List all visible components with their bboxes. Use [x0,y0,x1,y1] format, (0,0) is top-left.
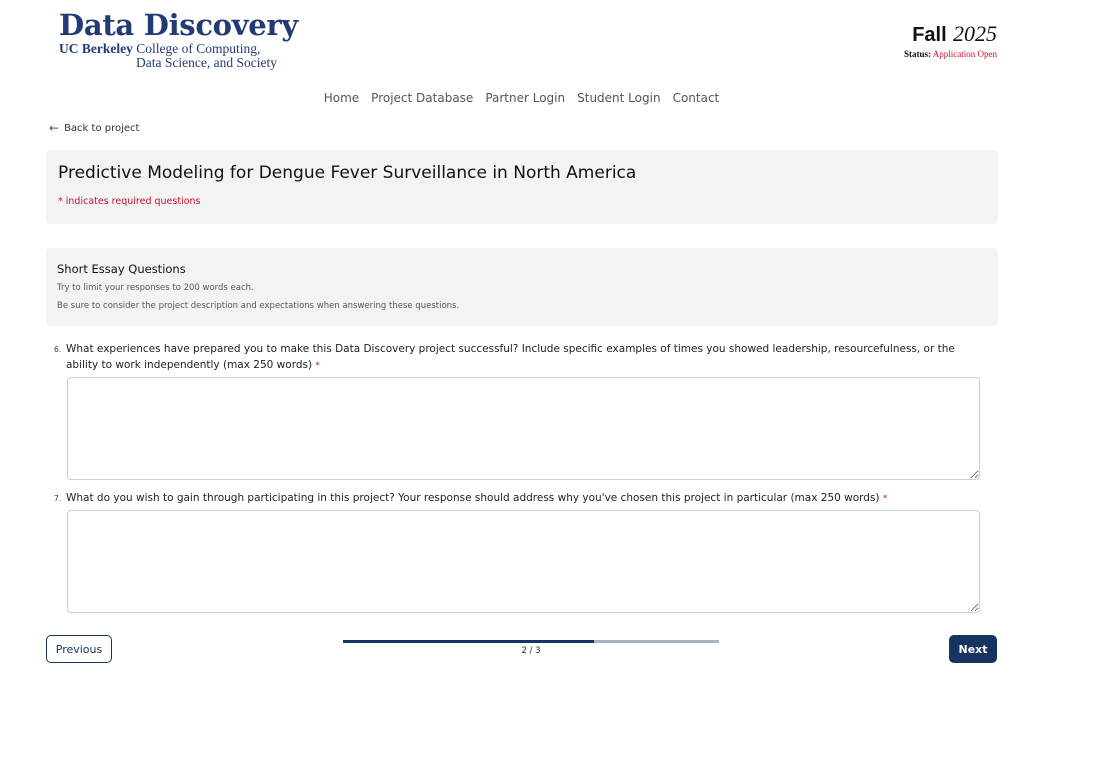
nav-home[interactable]: Home [324,91,359,105]
page-title: Predictive Modeling for Dengue Fever Sur… [58,163,637,183]
status-label: Status: [903,49,931,59]
application-status: Status: Application Open [904,49,997,59]
progress-bar [343,640,719,643]
term-season: Fall [912,24,947,46]
section-description: Try to limit your responses to 200 words… [57,283,254,293]
question-text-content: What experiences have prepared you to ma… [66,343,955,371]
nav-student-login[interactable]: Student Login [577,91,660,105]
section-title: Short Essay Questions [57,262,186,276]
nav-project-database[interactable]: Project Database [371,91,473,105]
progress-fill [343,640,594,643]
progress-label: 2 / 3 [521,646,541,656]
back-to-project-link[interactable]: ← Back to project [49,121,139,135]
section-description: Be sure to consider the project descript… [57,301,460,311]
back-link-label: Back to project [64,122,140,134]
status-value: Application Open [932,49,997,59]
question-7: 7. What do you wish to gain through part… [54,490,980,617]
answer-textarea-6[interactable] [67,377,980,480]
logo-title: Data Discovery [59,8,298,42]
question-text: What experiences have prepared you to ma… [66,341,980,374]
question-number: 6. [54,345,62,354]
question-label: 7. What do you wish to gain through part… [54,490,980,507]
answer-textarea-7[interactable] [67,510,980,613]
main-nav: Home Project Database Partner Login Stud… [0,91,1043,105]
nav-partner-login[interactable]: Partner Login [485,91,565,105]
next-button[interactable]: Next [949,635,997,663]
question-text-content: What do you wish to gain through partici… [66,492,880,504]
question-number: 7. [54,494,62,503]
required-note: * indicates required questions [58,196,201,207]
nav-contact[interactable]: Contact [673,91,720,105]
term-status: Fall 2025 Status: Application Open [904,22,997,60]
question-6: 6. What experiences have prepared you to… [54,341,980,484]
required-marker: * [882,494,888,504]
logo-org-line1: College of Computing, [136,41,261,56]
term-year: 2025 [953,21,997,46]
required-marker: * [315,361,320,371]
logo-org-line2: Data Science, and Society [136,55,277,70]
section-card: Short Essay Questions Try to limit your … [46,248,998,326]
question-text: What do you wish to gain through partici… [66,490,980,507]
logo-org-bold: UC Berkeley [59,41,133,56]
site-logo[interactable]: Data Discovery UC Berkeley College of Co… [59,8,298,70]
logo-org: UC Berkeley College of Computing, [59,42,298,56]
arrow-left-icon: ← [49,121,60,135]
previous-button[interactable]: Previous [46,635,112,663]
question-label: 6. What experiences have prepared you to… [54,341,980,374]
project-header-card: Predictive Modeling for Dengue Fever Sur… [46,150,998,224]
term-label: Fall 2025 [904,22,997,47]
